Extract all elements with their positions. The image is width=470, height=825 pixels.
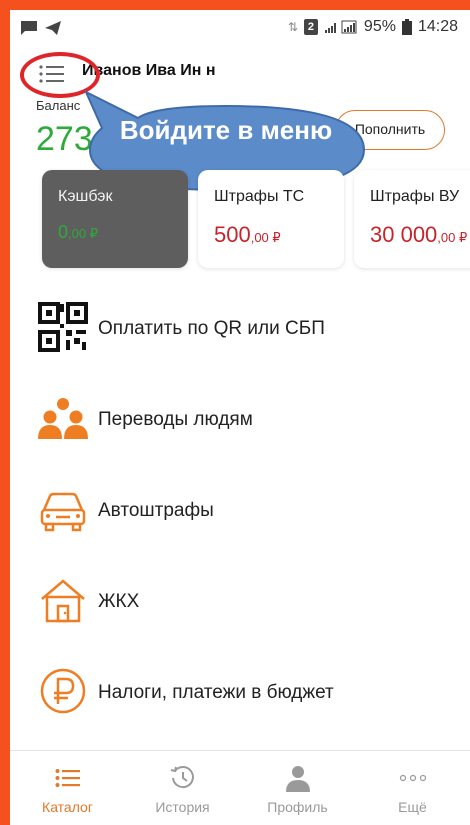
- clock: 14:28: [417, 18, 458, 35]
- menu-item-qr-payment[interactable]: Оплатить по QR или СБП: [10, 280, 470, 371]
- more-icon: [399, 774, 426, 782]
- signal-icon: [324, 20, 357, 34]
- nav-history[interactable]: История: [125, 751, 240, 825]
- card-amount: 500,00 ₽: [214, 222, 281, 247]
- house-icon: [41, 579, 85, 623]
- menu-item-taxes[interactable]: Налоги, платежи в бюджет: [10, 644, 470, 735]
- payment-menu: Оплатить по QR или СБП Переводы людям Ав…: [10, 280, 470, 735]
- menu-item-transfers[interactable]: Переводы людям: [10, 371, 470, 462]
- menu-item-label: Оплатить по QR или СБП: [98, 318, 325, 339]
- card-title: Кэшбэк: [58, 188, 113, 205]
- card-title: Штрафы ВУ: [370, 188, 460, 205]
- bottom-navigation: Каталог История Профиль Ещё: [10, 750, 470, 825]
- callout-text: Войдите в меню: [119, 115, 333, 145]
- data-transfer-icon: ⇅: [287, 20, 298, 34]
- profile-icon: [285, 766, 310, 792]
- card-title: Штрафы ТС: [214, 188, 305, 205]
- hamburger-menu-icon: [39, 65, 64, 83]
- balance-cards: Кэшбэк 0,00 ₽ Штрафы ТС 500,00 ₽ Штрафы …: [42, 170, 470, 268]
- telegram-icon: [45, 21, 61, 35]
- menu-item-auto-fines[interactable]: Автоштрафы: [10, 462, 470, 553]
- menu-item-label: Переводы людям: [98, 409, 253, 430]
- nav-label: Каталог: [42, 799, 93, 815]
- sim-icon: 2: [303, 19, 318, 35]
- qr-code-icon: [38, 302, 88, 352]
- user-name: Иванов Ива Ин н: [82, 62, 216, 79]
- card-amount: 0,00 ₽: [58, 222, 98, 242]
- notification-icons: [20, 20, 62, 36]
- ruble-icon: [40, 668, 86, 714]
- menu-item-utilities[interactable]: ЖКХ: [10, 553, 470, 644]
- card-amount: 30 000,00 ₽: [370, 222, 468, 247]
- card-license-fines[interactable]: Штрафы ВУ 30 000,00 ₽: [354, 170, 470, 268]
- nav-label: Ещё: [398, 799, 427, 815]
- system-indicators: ⇅ 2 95% 14:28: [288, 18, 458, 36]
- app-screen: ⇅ 2 95% 14:28 Иванов Ива Ин н Баланс 273…: [10, 10, 470, 825]
- message-icon: [21, 21, 37, 35]
- battery-icon: [401, 19, 412, 35]
- people-icon: [38, 398, 88, 439]
- balance-value: 273,: [36, 120, 103, 158]
- nav-catalog[interactable]: Каталог: [10, 751, 125, 825]
- catalog-icon: [55, 769, 80, 787]
- balance-label: Баланс: [36, 98, 81, 113]
- status-bar: ⇅ 2 95% 14:28: [10, 10, 470, 48]
- nav-more[interactable]: Ещё: [355, 751, 470, 825]
- card-cashback[interactable]: Кэшбэк 0,00 ₽: [42, 170, 188, 268]
- nav-label: Профиль: [267, 799, 328, 815]
- menu-item-label: ЖКХ: [98, 591, 140, 612]
- menu-item-label: Налоги, платежи в бюджет: [98, 682, 334, 703]
- menu-item-label: Автоштрафы: [98, 500, 214, 521]
- battery-percent: 95%: [363, 18, 396, 35]
- car-icon: [40, 492, 86, 532]
- nav-label: История: [155, 799, 210, 815]
- history-icon: [170, 766, 194, 789]
- nav-profile[interactable]: Профиль: [240, 751, 355, 825]
- card-vehicle-fines[interactable]: Штрафы ТС 500,00 ₽: [198, 170, 344, 268]
- menu-button[interactable]: [38, 62, 66, 86]
